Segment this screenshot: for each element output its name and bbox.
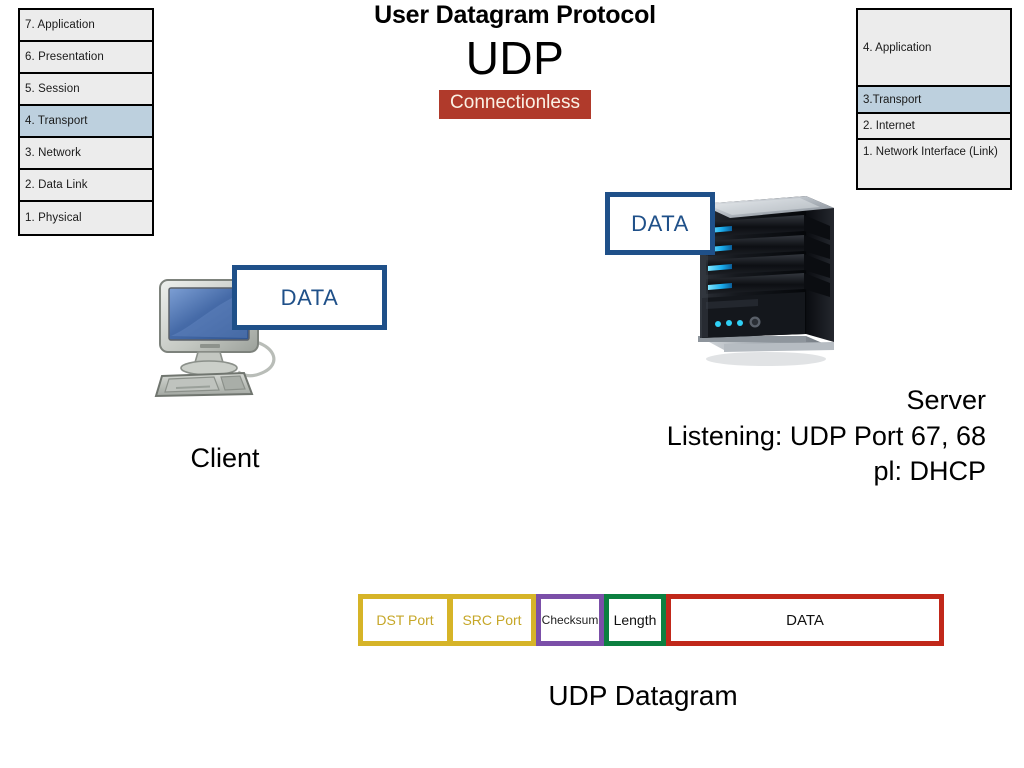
osi-layer-1[interactable]: 1. Physical	[20, 202, 152, 234]
tcpip-layer-1-label: 1. Network Interface (Link)	[863, 146, 998, 158]
datagram-field-length: Length	[604, 594, 666, 646]
page-title: User Datagram Protocol	[374, 1, 656, 29]
osi-layer-6-label: 6. Presentation	[25, 51, 104, 63]
osi-layer-3-label: 3. Network	[25, 147, 81, 159]
osi-model-stack: 7. Application 6. Presentation 5. Sessio…	[18, 8, 154, 236]
server-info-block: Server Listening: UDP Port 67, 68 pl: DH…	[430, 383, 986, 490]
datagram-field-src-port-label: SRC Port	[462, 612, 522, 628]
server-label: Server	[906, 385, 986, 415]
protocol-acronym: UDP	[465, 31, 565, 84]
tcpip-layer-3-label: 3.Transport	[863, 93, 922, 106]
title-block: User Datagram Protocol UDP Connectionles…	[280, 1, 750, 120]
datagram-field-checksum-label: Checksum	[541, 613, 599, 627]
connectionless-badge: Connectionless	[439, 90, 591, 120]
datagram-field-dst-port: DST Port	[358, 594, 450, 646]
osi-layer-4-transport[interactable]: 4. Transport	[20, 106, 152, 138]
data-callout-server-label: DATA	[631, 210, 689, 236]
tcpip-layer-2-internet[interactable]: 2. Internet	[858, 114, 1010, 140]
tcpip-layer-4-application[interactable]: 4. Application	[858, 10, 1010, 87]
tcpip-layer-4-label: 4. Application	[863, 41, 932, 54]
osi-layer-2-label: 2. Data Link	[25, 179, 88, 191]
server-protocol: pl: DHCP	[873, 456, 986, 487]
tcpip-layer-2-label: 2. Internet	[863, 120, 915, 132]
datagram-field-dst-port-label: DST Port	[376, 612, 434, 628]
tcpip-layer-3-transport[interactable]: 3.Transport	[858, 87, 1010, 114]
data-callout-client: DATA	[232, 265, 387, 330]
osi-layer-6[interactable]: 6. Presentation	[20, 42, 152, 74]
datagram-caption: UDP Datagram	[548, 680, 738, 711]
osi-layer-5[interactable]: 5. Session	[20, 74, 152, 106]
client-label: Client	[190, 443, 260, 473]
osi-layer-5-label: 5. Session	[25, 83, 80, 95]
osi-layer-2[interactable]: 2. Data Link	[20, 170, 152, 202]
osi-layer-1-label: 1. Physical	[25, 212, 82, 224]
osi-layer-7-label: 7. Application	[25, 19, 95, 31]
osi-layer-7[interactable]: 7. Application	[20, 10, 152, 42]
datagram-field-src-port: SRC Port	[450, 594, 536, 646]
tcpip-layer-1-network-interface[interactable]: 1. Network Interface (Link)	[858, 140, 1010, 188]
datagram-field-data: DATA	[666, 594, 944, 646]
datagram-field-data-label: DATA	[786, 611, 824, 629]
data-callout-server: DATA	[605, 192, 715, 255]
osi-layer-3[interactable]: 3. Network	[20, 138, 152, 170]
datagram-field-checksum: Checksum	[536, 594, 604, 646]
osi-layer-4-label: 4. Transport	[25, 115, 88, 127]
tcp-ip-model-stack: 4. Application 3.Transport 2. Internet 1…	[856, 8, 1012, 190]
udp-datagram-diagram: DST Port SRC Port Checksum Length DATA	[358, 594, 944, 646]
server-listening-ports: Listening: UDP Port 67, 68	[666, 420, 986, 451]
data-callout-client-label: DATA	[280, 284, 339, 310]
datagram-field-length-label: Length	[613, 612, 657, 628]
